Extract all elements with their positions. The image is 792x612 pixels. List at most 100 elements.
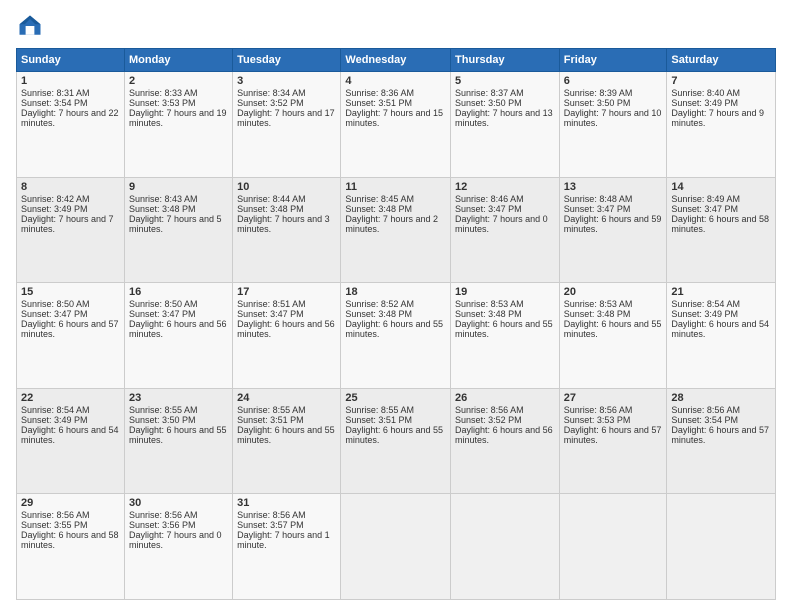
sunrise-text: Sunrise: 8:40 AM [671,88,740,98]
daylight-text: Daylight: 6 hours and 55 minutes. [345,319,443,339]
sunrise-text: Sunrise: 8:37 AM [455,88,524,98]
daylight-text: Daylight: 6 hours and 55 minutes. [345,425,443,445]
daylight-text: Daylight: 7 hours and 5 minutes. [129,214,222,234]
day-cell: 18Sunrise: 8:52 AMSunset: 3:48 PMDayligh… [341,283,451,389]
week-row-3: 15Sunrise: 8:50 AMSunset: 3:47 PMDayligh… [17,283,776,389]
day-cell: 9Sunrise: 8:43 AMSunset: 3:48 PMDaylight… [124,177,232,283]
sunrise-text: Sunrise: 8:56 AM [455,405,524,415]
daylight-text: Daylight: 7 hours and 1 minute. [237,530,330,550]
day-cell: 12Sunrise: 8:46 AMSunset: 3:47 PMDayligh… [451,177,560,283]
sunset-text: Sunset: 3:51 PM [345,98,412,108]
daylight-text: Daylight: 7 hours and 2 minutes. [345,214,438,234]
col-header-saturday: Saturday [667,49,776,72]
day-number: 20 [564,286,663,298]
sunset-text: Sunset: 3:50 PM [129,415,196,425]
sunset-text: Sunset: 3:57 PM [237,520,304,530]
daylight-text: Daylight: 6 hours and 57 minutes. [564,425,662,445]
sunset-text: Sunset: 3:54 PM [21,98,88,108]
sunrise-text: Sunrise: 8:54 AM [21,405,90,415]
sunset-text: Sunset: 3:51 PM [345,415,412,425]
day-number: 8 [21,181,120,193]
week-row-2: 8Sunrise: 8:42 AMSunset: 3:49 PMDaylight… [17,177,776,283]
sunrise-text: Sunrise: 8:43 AM [129,194,198,204]
sunset-text: Sunset: 3:49 PM [671,309,738,319]
sunset-text: Sunset: 3:48 PM [455,309,522,319]
col-header-tuesday: Tuesday [233,49,341,72]
sunset-text: Sunset: 3:55 PM [21,520,88,530]
sunrise-text: Sunrise: 8:48 AM [564,194,633,204]
calendar-header: SundayMondayTuesdayWednesdayThursdayFrid… [17,49,776,72]
sunrise-text: Sunrise: 8:46 AM [455,194,524,204]
day-number: 27 [564,392,663,404]
day-number: 30 [129,497,228,509]
daylight-text: Daylight: 6 hours and 59 minutes. [564,214,662,234]
daylight-text: Daylight: 6 hours and 56 minutes. [455,425,553,445]
daylight-text: Daylight: 7 hours and 3 minutes. [237,214,330,234]
day-cell: 19Sunrise: 8:53 AMSunset: 3:48 PMDayligh… [451,283,560,389]
calendar-body: 1Sunrise: 8:31 AMSunset: 3:54 PMDaylight… [17,72,776,600]
sunset-text: Sunset: 3:48 PM [564,309,631,319]
sunset-text: Sunset: 3:47 PM [671,204,738,214]
day-cell [559,494,667,600]
day-cell: 10Sunrise: 8:44 AMSunset: 3:48 PMDayligh… [233,177,341,283]
sunset-text: Sunset: 3:47 PM [129,309,196,319]
col-header-sunday: Sunday [17,49,125,72]
sunrise-text: Sunrise: 8:55 AM [129,405,198,415]
day-cell: 15Sunrise: 8:50 AMSunset: 3:47 PMDayligh… [17,283,125,389]
daylight-text: Daylight: 6 hours and 58 minutes. [21,530,119,550]
day-cell: 31Sunrise: 8:56 AMSunset: 3:57 PMDayligh… [233,494,341,600]
day-cell: 16Sunrise: 8:50 AMSunset: 3:47 PMDayligh… [124,283,232,389]
sunrise-text: Sunrise: 8:51 AM [237,299,306,309]
sunrise-text: Sunrise: 8:50 AM [129,299,198,309]
day-cell: 3Sunrise: 8:34 AMSunset: 3:52 PMDaylight… [233,72,341,178]
sunrise-text: Sunrise: 8:52 AM [345,299,414,309]
day-number: 5 [455,75,555,87]
day-number: 31 [237,497,336,509]
sunrise-text: Sunrise: 8:44 AM [237,194,306,204]
day-number: 17 [237,286,336,298]
sunset-text: Sunset: 3:54 PM [671,415,738,425]
day-number: 24 [237,392,336,404]
day-cell [341,494,451,600]
daylight-text: Daylight: 7 hours and 0 minutes. [129,530,222,550]
day-number: 23 [129,392,228,404]
day-number: 4 [345,75,446,87]
day-cell: 6Sunrise: 8:39 AMSunset: 3:50 PMDaylight… [559,72,667,178]
week-row-1: 1Sunrise: 8:31 AMSunset: 3:54 PMDaylight… [17,72,776,178]
daylight-text: Daylight: 6 hours and 58 minutes. [671,214,769,234]
day-number: 26 [455,392,555,404]
day-cell: 20Sunrise: 8:53 AMSunset: 3:48 PMDayligh… [559,283,667,389]
sunset-text: Sunset: 3:48 PM [345,309,412,319]
daylight-text: Daylight: 6 hours and 55 minutes. [564,319,662,339]
sunset-text: Sunset: 3:50 PM [455,98,522,108]
sunrise-text: Sunrise: 8:36 AM [345,88,414,98]
daylight-text: Daylight: 6 hours and 56 minutes. [237,319,335,339]
day-number: 9 [129,181,228,193]
sunset-text: Sunset: 3:47 PM [237,309,304,319]
daylight-text: Daylight: 7 hours and 0 minutes. [455,214,548,234]
day-number: 19 [455,286,555,298]
sunset-text: Sunset: 3:48 PM [345,204,412,214]
day-number: 7 [671,75,771,87]
day-cell: 27Sunrise: 8:56 AMSunset: 3:53 PMDayligh… [559,388,667,494]
sunrise-text: Sunrise: 8:56 AM [129,510,198,520]
daylight-text: Daylight: 6 hours and 56 minutes. [129,319,227,339]
day-number: 1 [21,75,120,87]
day-number: 28 [671,392,771,404]
daylight-text: Daylight: 7 hours and 19 minutes. [129,108,227,128]
sunset-text: Sunset: 3:53 PM [129,98,196,108]
calendar-table: SundayMondayTuesdayWednesdayThursdayFrid… [16,48,776,600]
sunrise-text: Sunrise: 8:33 AM [129,88,198,98]
sunset-text: Sunset: 3:51 PM [237,415,304,425]
day-cell: 22Sunrise: 8:54 AMSunset: 3:49 PMDayligh… [17,388,125,494]
sunset-text: Sunset: 3:49 PM [21,415,88,425]
logo-icon [16,12,44,40]
day-number: 2 [129,75,228,87]
sunrise-text: Sunrise: 8:53 AM [455,299,524,309]
sunrise-text: Sunrise: 8:56 AM [237,510,306,520]
day-number: 29 [21,497,120,509]
day-cell [451,494,560,600]
daylight-text: Daylight: 7 hours and 15 minutes. [345,108,443,128]
day-number: 3 [237,75,336,87]
day-cell [667,494,776,600]
